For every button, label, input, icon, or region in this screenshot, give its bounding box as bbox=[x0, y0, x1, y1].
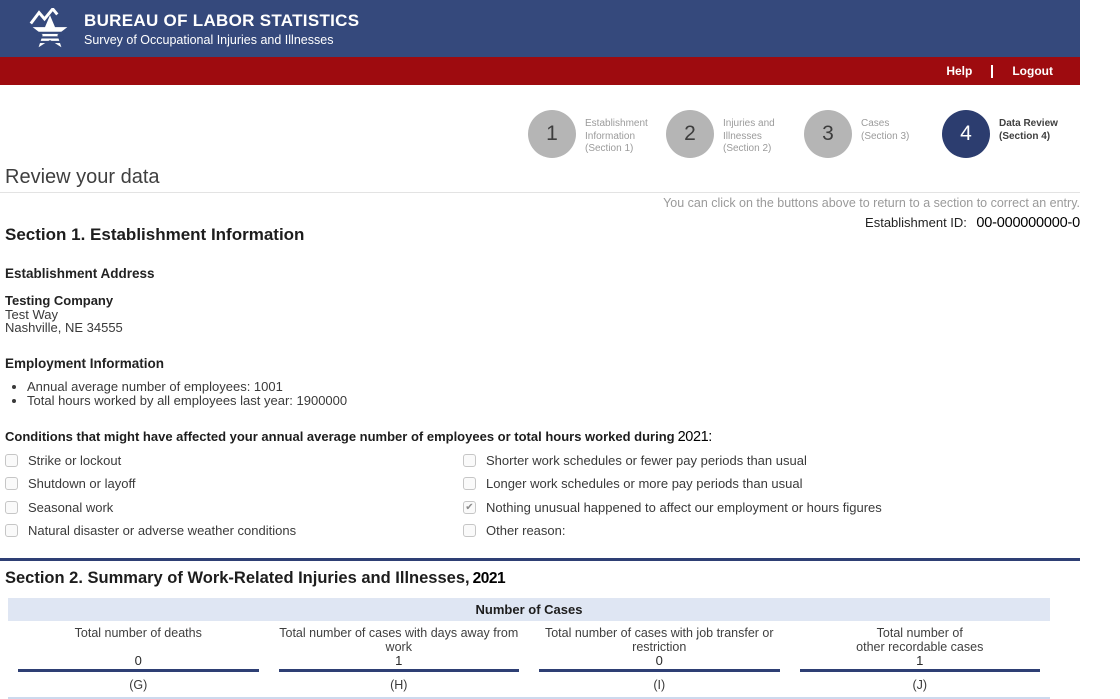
step-1-button[interactable]: 1 Establishment Information (Section 1) bbox=[528, 110, 666, 162]
conditions-year: 2021: bbox=[677, 428, 713, 445]
employment-bullet: Annual average number of employees: 1001 bbox=[27, 379, 1080, 394]
section-2-year: 2021 bbox=[472, 569, 506, 587]
top-nav-bar: Help Logout bbox=[0, 57, 1080, 85]
column-header: Total number of deaths bbox=[74, 625, 202, 640]
step-indicator: 1 Establishment Information (Section 1) 2 I… bbox=[0, 110, 1080, 162]
app-title: BUREAU OF LABOR STATISTICS bbox=[84, 10, 360, 30]
step-2-circle[interactable]: 2 bbox=[666, 110, 714, 158]
condition-other-reason: Other reason: bbox=[463, 523, 1080, 538]
table-column-g: Total number of deaths 0 (G) bbox=[8, 624, 269, 697]
establishment-address-heading: Establishment Address bbox=[5, 266, 155, 281]
page: BUREAU OF LABOR STATISTICS Survey of Occ… bbox=[0, 0, 1080, 699]
table-column-j: Total number of other recordable cases 1 (… bbox=[790, 624, 1051, 697]
table-column-h: Total number of cases with days away fro… bbox=[269, 624, 530, 697]
checkbox-other-reason[interactable] bbox=[463, 524, 476, 537]
step-3-label: Cases (Section 3) bbox=[861, 118, 910, 142]
conditions-checkbox-group: Strike or lockout Shutdown or layoff Seaso… bbox=[5, 453, 1080, 547]
address-line-1: Test Way bbox=[5, 306, 58, 322]
condition-label: Seasonal work bbox=[28, 499, 114, 515]
step-4-circle[interactable]: 4 bbox=[942, 110, 990, 158]
conditions-heading: Conditions that might have affected your… bbox=[5, 429, 1080, 445]
address-line-2: Nashville, NE 34555 bbox=[5, 320, 123, 335]
condition-label: Longer work schedules or more pay period… bbox=[486, 476, 803, 491]
condition-label: Other reason: bbox=[486, 523, 566, 538]
establishment-id-label: Establishment ID: bbox=[865, 215, 967, 230]
condition-label: Nothing unusual happened to affect our e… bbox=[486, 499, 882, 515]
establishment-address: Testing Company Test Way Nashville, NE 3… bbox=[5, 294, 1080, 335]
conditions-heading-text: Conditions that might have affected your… bbox=[5, 428, 675, 444]
section-1-establishment-information: Establishment ID: 00-000000000-0 Section… bbox=[0, 215, 1080, 547]
instruction-text: You can click on the buttons above to re… bbox=[663, 196, 1080, 210]
column-header: Total number of cases with days away fro… bbox=[279, 625, 519, 654]
checkbox-strike-or-lockout[interactable] bbox=[5, 453, 18, 467]
logout-link[interactable]: Logout bbox=[1012, 64, 1053, 78]
column-value: 0 bbox=[134, 652, 142, 668]
column-header: Total number of cases with job transfer … bbox=[544, 625, 774, 654]
table-column-i: Total number of cases with job transfer … bbox=[529, 624, 790, 697]
section-2-heading-text: Section 2. Summary of Work-Related Injur… bbox=[5, 568, 470, 587]
checkbox-nothing-unusual-happened-to-affect-our-employment-or-hours-figures[interactable]: ✔ bbox=[463, 500, 476, 514]
column-header: Total number of other recordable cases bbox=[856, 625, 984, 654]
condition-strike-or-lockout: Strike or lockout bbox=[5, 453, 463, 468]
checkbox-natural-disaster-or-adverse-weather-conditions[interactable] bbox=[5, 524, 18, 537]
condition-shutdown-or-layoff: Shutdown or layoff bbox=[5, 476, 463, 491]
condition-label: Shutdown or layoff bbox=[28, 476, 136, 491]
column-value: 1 bbox=[916, 652, 924, 668]
section-2-summary: Section 2. Summary of Work-Related Injur… bbox=[0, 569, 1080, 699]
checkbox-seasonal-work[interactable] bbox=[5, 500, 18, 514]
establishment-id: Establishment ID: 00-000000000-0 bbox=[865, 214, 1080, 232]
step-3-button[interactable]: 3 Cases (Section 3) bbox=[804, 110, 942, 162]
step-4-label: Data Review (Section 4) bbox=[999, 118, 1058, 142]
condition-label: Shorter work schedules or fewer pay peri… bbox=[486, 452, 807, 468]
nav-separator bbox=[991, 64, 994, 78]
step-1-label: Establishment Information (Section 1) bbox=[585, 118, 648, 154]
app-header: BUREAU OF LABOR STATISTICS Survey of Occ… bbox=[0, 0, 1080, 57]
section-2-heading: Section 2. Summary of Work-Related Injur… bbox=[5, 569, 1080, 588]
table-columns: Total number of deaths 0 (G) Total number o… bbox=[8, 624, 1050, 697]
checkbox-longer-work-schedules-or-more-pay-periods-than-usual[interactable] bbox=[463, 477, 476, 490]
checkbox-shutdown-or-layoff[interactable] bbox=[5, 477, 18, 490]
column-value: 1 bbox=[395, 652, 403, 668]
step-2-button[interactable]: 2 Injuries and Illnesses (Section 2) bbox=[666, 110, 804, 162]
step-1-circle[interactable]: 1 bbox=[528, 110, 576, 158]
page-title: Review your data bbox=[0, 166, 1080, 193]
step-4-button[interactable]: 4 Data Review (Section 4) bbox=[942, 110, 1080, 162]
step-2-label: Injuries and Illnesses (Section 2) bbox=[723, 118, 775, 154]
bls-star-logo-icon bbox=[27, 7, 73, 50]
employment-bullets: Annual average number of employees: 1001… bbox=[27, 379, 1080, 408]
condition-label: Natural disaster or adverse weather cond… bbox=[28, 523, 297, 538]
column-value: 0 bbox=[655, 652, 663, 668]
number-of-cases-table: Number of Cases Total number of deaths 0 (… bbox=[8, 597, 1050, 699]
establishment-id-value: 00-000000000-0 bbox=[976, 215, 1080, 231]
step-3-circle[interactable]: 3 bbox=[804, 110, 852, 158]
condition-seasonal-work: Seasonal work bbox=[5, 500, 463, 515]
column-letter: (J) bbox=[912, 677, 928, 692]
condition-nothing-unusual-happened-to-affect-our-employment-or-hours-figures: ✔ Nothing unusual happened to affect our … bbox=[463, 500, 1080, 515]
app-subtitle: Survey of Occupational Injuries and Illn… bbox=[84, 32, 334, 47]
company-name: Testing Company bbox=[5, 293, 114, 308]
column-letter: (I) bbox=[653, 677, 666, 692]
condition-longer-work-schedules-or-more-pay-periods-than-usual: Longer work schedules or more pay period… bbox=[463, 476, 1080, 491]
condition-label: Strike or lockout bbox=[28, 452, 122, 468]
condition-natural-disaster-or-adverse-weather-conditions: Natural disaster or adverse weather cond… bbox=[5, 523, 463, 538]
brand: BUREAU OF LABOR STATISTICS Survey of Occ… bbox=[84, 11, 359, 47]
column-letter: (H) bbox=[390, 677, 408, 692]
table-bottom-border bbox=[8, 696, 1050, 699]
checkbox-shorter-work-schedules-or-fewer-pay-periods-than-usual[interactable] bbox=[463, 453, 476, 467]
condition-shorter-work-schedules-or-fewer-pay-periods-than-usual: Shorter work schedules or fewer pay peri… bbox=[463, 453, 1080, 468]
table-group-header: Number of Cases bbox=[8, 597, 1050, 621]
employment-bullet: Total hours worked by all employees last… bbox=[27, 393, 1080, 408]
employment-information-heading: Employment Information bbox=[5, 355, 165, 371]
section-divider bbox=[0, 557, 1080, 561]
column-letter: (G) bbox=[129, 677, 148, 692]
help-link[interactable]: Help bbox=[946, 64, 972, 78]
